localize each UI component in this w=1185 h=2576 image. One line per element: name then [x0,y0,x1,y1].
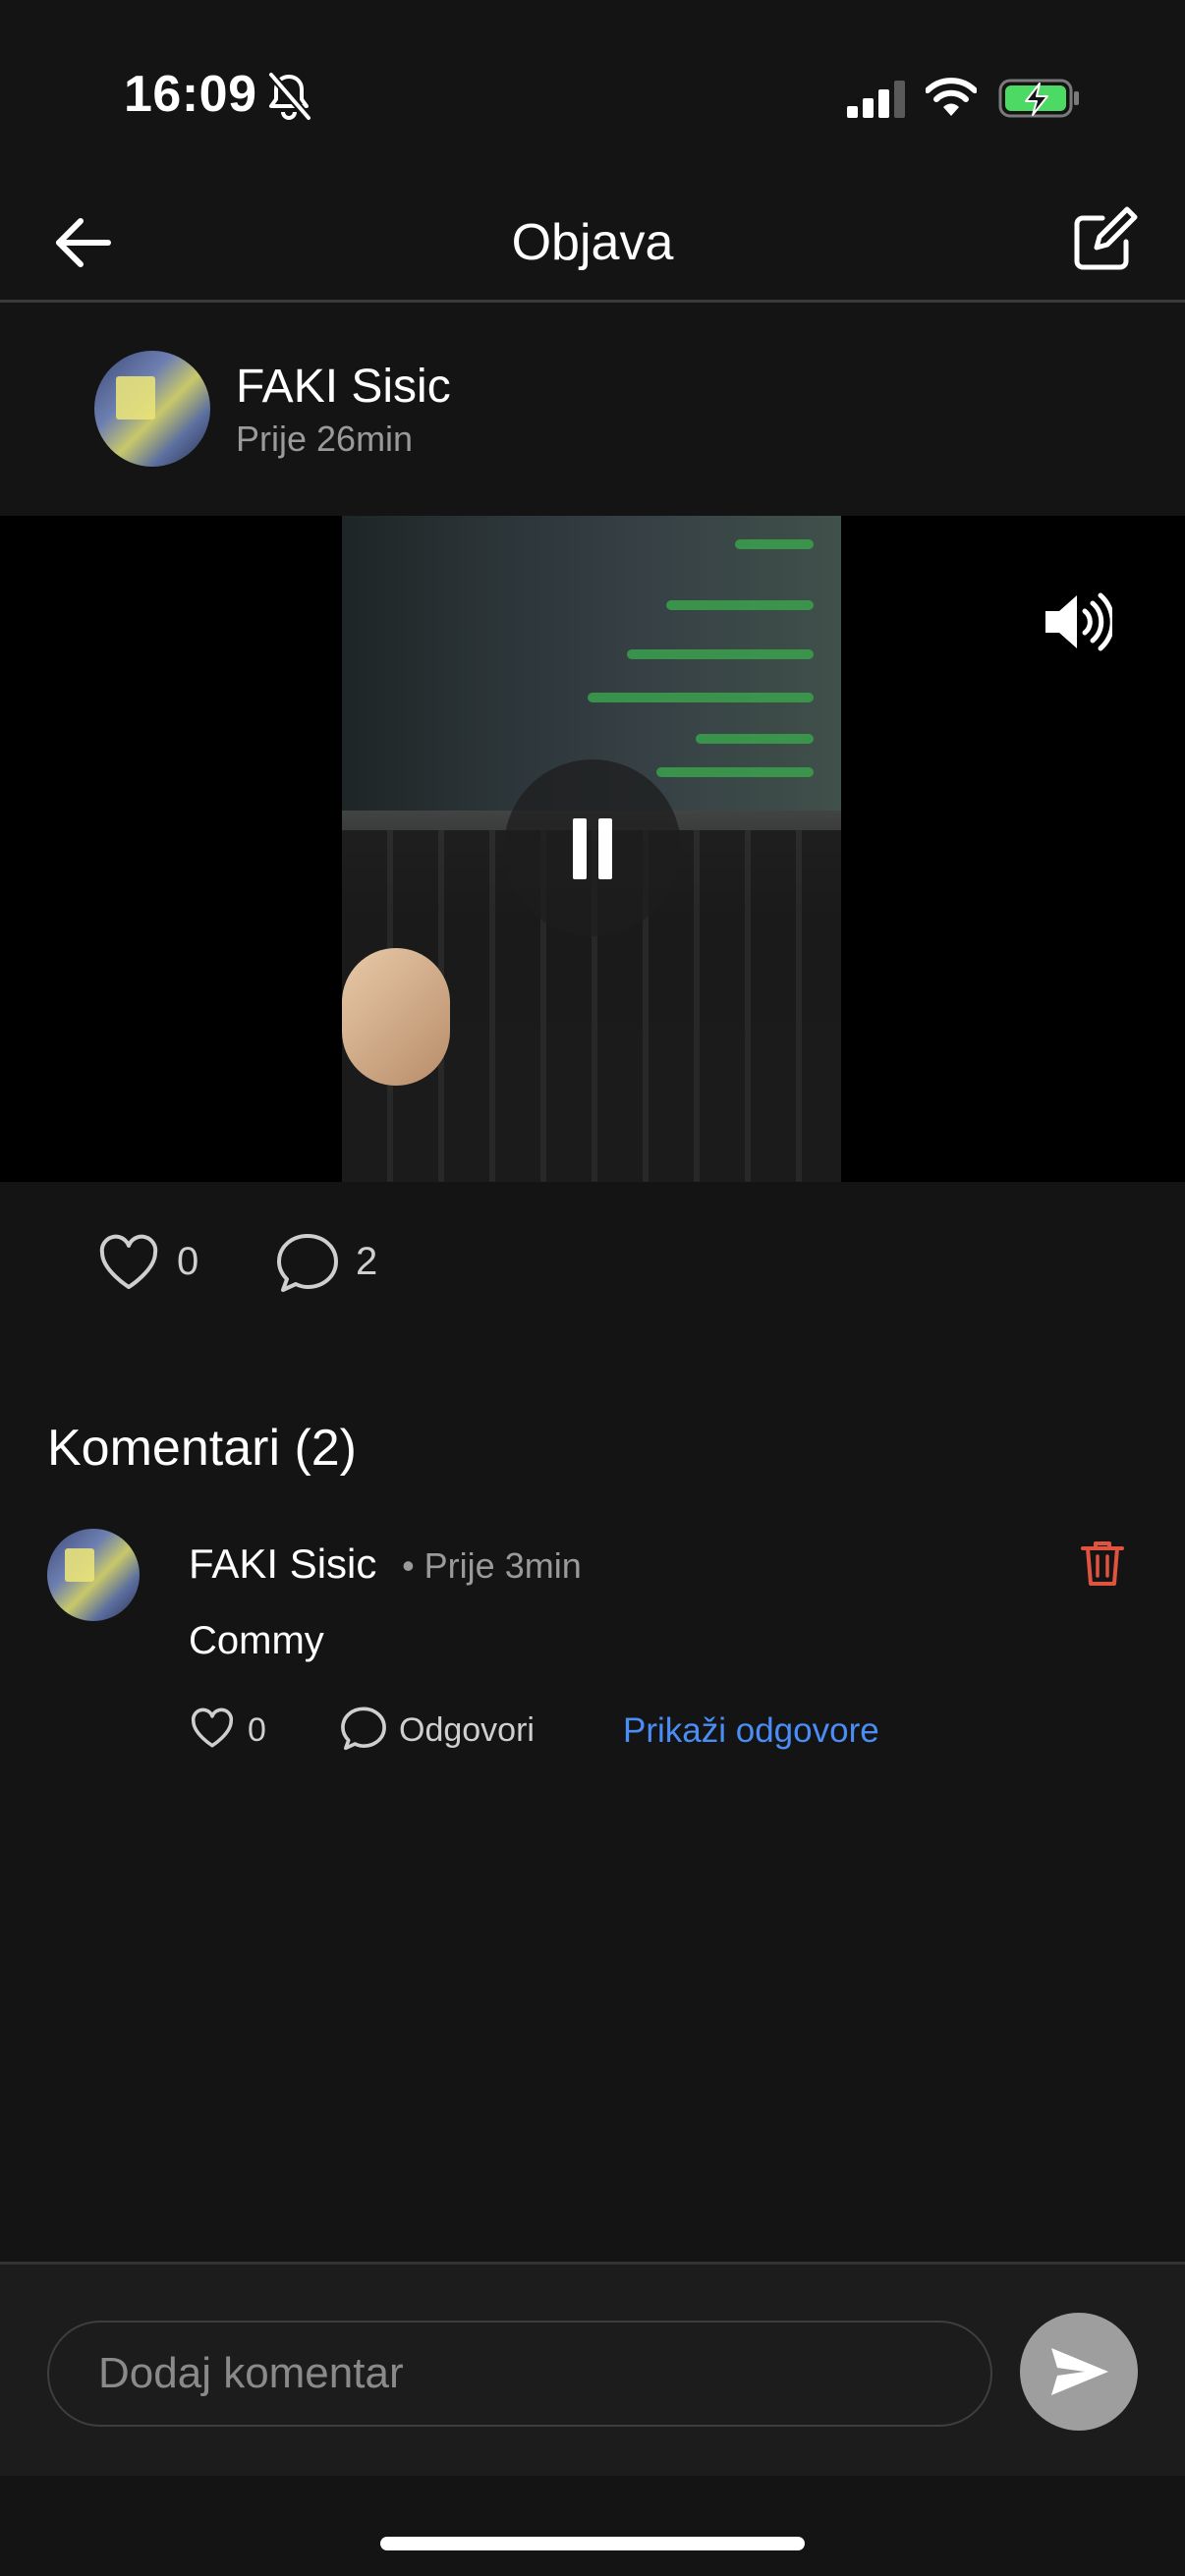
page-title: Objava [511,214,674,271]
comment-timestamp: • Prije 3min [402,1545,582,1586]
edit-icon[interactable] [1067,206,1138,277]
battery-charging-icon [998,79,1079,118]
header-divider [0,300,1185,303]
comment-author-name-text[interactable]: FAKI Sisic [189,1540,376,1587]
comment-input[interactable] [47,2321,992,2427]
send-button[interactable] [1020,2313,1138,2431]
home-indicator[interactable] [380,2537,805,2550]
comment-heart-icon[interactable] [191,1708,234,1749]
bell-slash-icon [267,72,312,121]
show-replies-link[interactable]: Prikaži odgovore [623,1711,879,1751]
wifi-icon [926,78,977,116]
pause-icon-bar [598,818,612,879]
send-icon [1051,2348,1108,2395]
comment-author-name[interactable]: FAKI Sisic • Prije 3min [189,1540,582,1588]
comments-heading: Komentari (2) [47,1420,357,1477]
status-time: 16:09 [124,66,257,123]
post-timestamp: Prije 26min [236,419,414,459]
trash-icon[interactable] [1079,1539,1126,1588]
comment-text: Commy [189,1619,324,1662]
video-finger-content [342,948,450,1086]
pause-icon [573,818,587,879]
comment-icon[interactable] [275,1232,340,1293]
bottom-safe-area [0,2476,1185,2576]
comment-author-avatar[interactable] [47,1529,140,1621]
post-comment-count: 2 [356,1240,378,1283]
heart-icon[interactable] [98,1234,159,1291]
pause-button[interactable] [504,759,681,936]
post-like-count: 0 [177,1240,199,1283]
volume-icon[interactable] [1042,591,1112,652]
comment-like-count: 0 [248,1711,266,1749]
signal-icon [847,81,905,118]
reply-icon[interactable] [340,1706,387,1751]
post-author-name[interactable]: FAKI Sisic [236,360,451,414]
post-author-avatar[interactable] [94,351,210,467]
reply-button[interactable]: Odgovori [399,1711,535,1750]
